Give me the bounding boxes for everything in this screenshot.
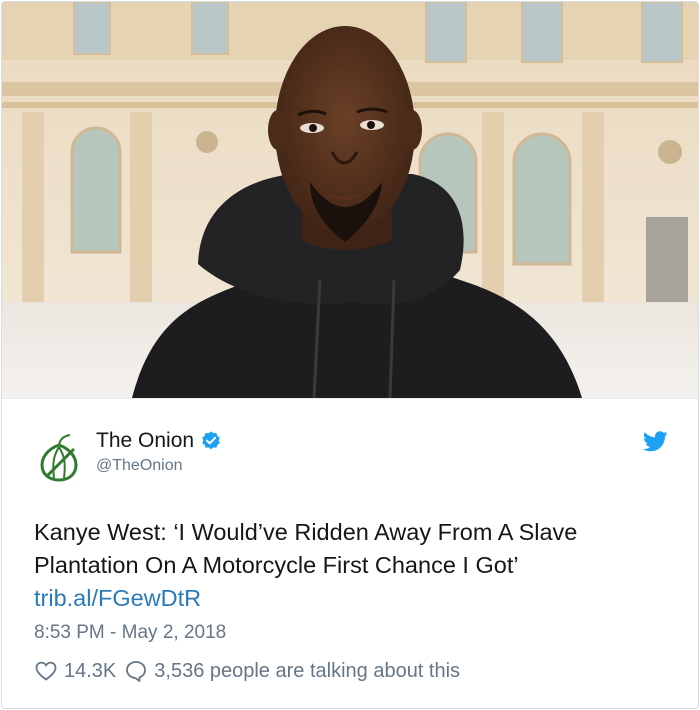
heart-icon[interactable] [34,659,58,683]
tweet-card: The Onion @TheOnion Kanye West: ‘I Would… [1,1,699,709]
comment-icon[interactable] [124,659,148,683]
author-name[interactable]: The Onion [96,429,222,453]
twitter-bird-icon[interactable] [643,431,668,452]
author-name-label[interactable]: The Onion [96,429,194,453]
tweet-actions: 14.3K 3,536 people are talking about thi… [34,657,460,685]
tweet-link[interactable]: trib.al/FGewDtR [34,585,201,612]
like-count[interactable]: 14.3K [64,660,116,683]
author-handle[interactable]: @TheOnion [96,457,183,475]
tweet-body: The Onion @TheOnion Kanye West: ‘I Would… [2,398,698,708]
tweet-timestamp[interactable]: 8:53 PM - May 2, 2018 [34,622,226,644]
tweet-photo[interactable] [2,2,698,398]
verified-badge-icon [202,431,220,450]
photo-illustration [2,2,698,398]
tweet-text: Kanye West: ‘I Would’ve Ridden Away From… [34,519,578,578]
talking-count[interactable]: 3,536 people are talking about this [154,660,460,683]
onion-logo-icon[interactable] [34,433,84,483]
